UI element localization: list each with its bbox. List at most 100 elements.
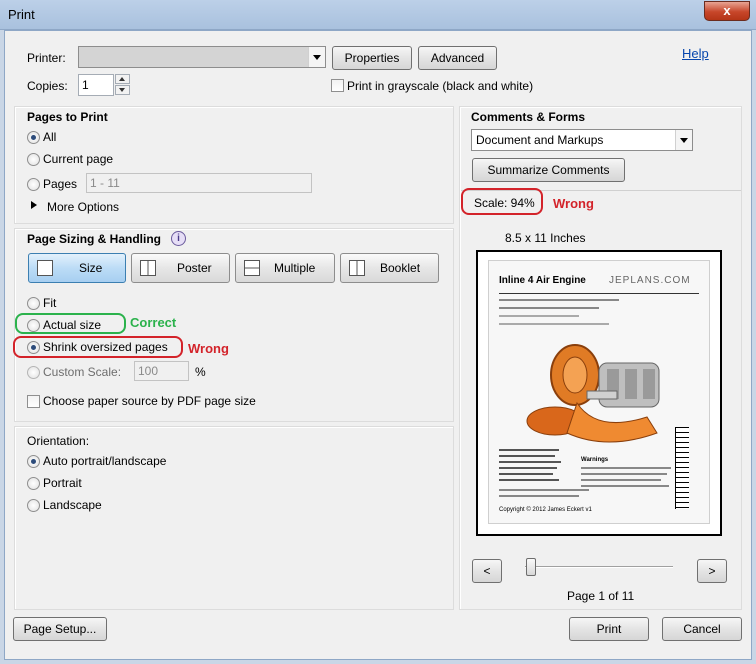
close-icon: x	[723, 3, 731, 18]
portrait-radio[interactable]	[27, 477, 40, 490]
window-title: Print	[8, 7, 35, 22]
custom-scale-label: Custom Scale:	[43, 365, 122, 379]
expand-triangle-icon[interactable]	[31, 201, 37, 209]
doc-text-line	[499, 455, 555, 457]
copies-decrement-button[interactable]	[115, 85, 130, 95]
advanced-button[interactable]: Advanced	[418, 46, 497, 70]
ruler-graphic	[675, 427, 689, 509]
next-page-button[interactable]: >	[697, 559, 727, 583]
wrong-scale-highlight-box	[461, 188, 543, 215]
correct-annotation: Correct	[130, 315, 177, 330]
print-button[interactable]: Print	[569, 617, 649, 641]
page-slider-thumb[interactable]	[526, 558, 536, 576]
doc-text-line	[499, 323, 609, 325]
paper-source-checkbox[interactable]	[27, 395, 40, 408]
booklet-icon	[349, 260, 365, 276]
doc-text-line	[581, 479, 661, 481]
page-status: Page 1 of 11	[567, 589, 635, 603]
grayscale-checkbox[interactable]	[331, 79, 344, 92]
auto-orientation-label: Auto portrait/landscape	[43, 454, 167, 468]
size-icon	[37, 260, 53, 276]
pages-to-print-title: Pages to Print	[27, 110, 108, 124]
page-range-input[interactable]: 1 - 11	[86, 173, 312, 193]
size-button[interactable]: Size	[28, 253, 126, 283]
comments-forms-title: Comments & Forms	[471, 110, 586, 124]
summarize-comments-button[interactable]: Summarize Comments	[472, 158, 625, 182]
all-pages-radio[interactable]	[27, 131, 40, 144]
multiple-icon	[244, 260, 260, 276]
multiple-button-label: Multiple	[274, 261, 316, 275]
doc-copyright: Copyright © 2012 James Eckert v1	[499, 507, 592, 513]
copies-label: Copies:	[27, 79, 68, 93]
fit-radio[interactable]	[27, 297, 40, 310]
paper-source-label: Choose paper source by PDF page size	[43, 394, 256, 408]
current-page-radio[interactable]	[27, 153, 40, 166]
poster-button[interactable]: Poster	[131, 253, 230, 283]
divider	[499, 293, 699, 294]
comments-forms-select[interactable]: Document and Markups	[471, 129, 693, 151]
doc-text-line	[499, 315, 579, 317]
wrong-scale-annotation: Wrong	[553, 196, 594, 211]
all-pages-label: All	[43, 130, 57, 144]
doc-text-line	[499, 495, 579, 497]
landscape-label: Landscape	[43, 498, 102, 512]
doc-text-line	[581, 473, 667, 475]
page-preview: Inline 4 Air Engine JEPLANS.COM Warnings	[476, 250, 722, 536]
doc-text-line	[499, 461, 561, 463]
info-icon[interactable]: i	[171, 231, 186, 246]
orientation-title: Orientation:	[27, 434, 90, 448]
doc-text-line	[581, 485, 669, 487]
custom-scale-input[interactable]: 100	[134, 361, 189, 381]
correct-highlight-box	[15, 313, 126, 334]
doc-text-line	[499, 489, 589, 491]
doc-text-line	[581, 467, 671, 469]
wrong-shrink-highlight-box	[13, 336, 183, 358]
doc-text-line	[499, 449, 559, 451]
help-link[interactable]: Help	[682, 46, 709, 61]
chevron-down-icon	[308, 47, 325, 67]
landscape-radio[interactable]	[27, 499, 40, 512]
size-button-label: Size	[79, 261, 103, 275]
preview-document: Inline 4 Air Engine JEPLANS.COM Warnings	[488, 260, 710, 524]
printer-label: Printer:	[27, 51, 66, 65]
previous-page-button[interactable]: <	[472, 559, 502, 583]
poster-button-label: Poster	[177, 261, 212, 275]
comments-forms-value: Document and Markups	[476, 133, 604, 147]
engine-illustration	[526, 344, 660, 443]
booklet-button[interactable]: Booklet	[340, 253, 439, 283]
page-slider-track[interactable]	[525, 566, 673, 568]
fit-label: Fit	[43, 296, 57, 310]
printer-select[interactable]	[78, 46, 326, 68]
custom-scale-radio[interactable]	[27, 366, 40, 379]
doc-title: Inline 4 Air Engine	[499, 275, 586, 286]
doc-text-line	[499, 473, 553, 475]
doc-brand: JEPLANS.COM	[609, 275, 691, 286]
close-button[interactable]: x	[704, 1, 750, 21]
doc-text-line	[499, 299, 619, 301]
copies-input[interactable]: 1	[78, 74, 114, 96]
doc-text-line	[499, 467, 557, 469]
chevron-down-icon	[675, 130, 692, 150]
multiple-button[interactable]: Multiple	[235, 253, 335, 283]
grayscale-label: Print in grayscale (black and white)	[347, 79, 534, 93]
paper-size-label: 8.5 x 11 Inches	[505, 231, 586, 245]
doc-text-line	[499, 479, 559, 481]
poster-icon	[140, 260, 156, 276]
page-range-label: Pages	[43, 177, 78, 191]
more-options-toggle[interactable]: More Options	[47, 200, 119, 214]
doc-text-line	[499, 307, 599, 309]
copies-increment-button[interactable]	[115, 74, 130, 84]
page-range-radio[interactable]	[27, 178, 40, 191]
current-page-label: Current page	[43, 152, 114, 166]
doc-warning-heading: Warnings	[581, 457, 609, 463]
auto-orientation-radio[interactable]	[27, 455, 40, 468]
percent-label: %	[195, 365, 206, 379]
wrong-shrink-annotation: Wrong	[188, 341, 229, 356]
properties-button[interactable]: Properties	[332, 46, 412, 70]
page-setup-button[interactable]: Page Setup...	[13, 617, 107, 641]
booklet-button-label: Booklet	[380, 261, 421, 275]
portrait-label: Portrait	[43, 476, 82, 490]
page-sizing-title: Page Sizing & Handling	[27, 232, 162, 246]
cancel-button[interactable]: Cancel	[662, 617, 742, 641]
title-bar: Print x	[0, 0, 756, 30]
